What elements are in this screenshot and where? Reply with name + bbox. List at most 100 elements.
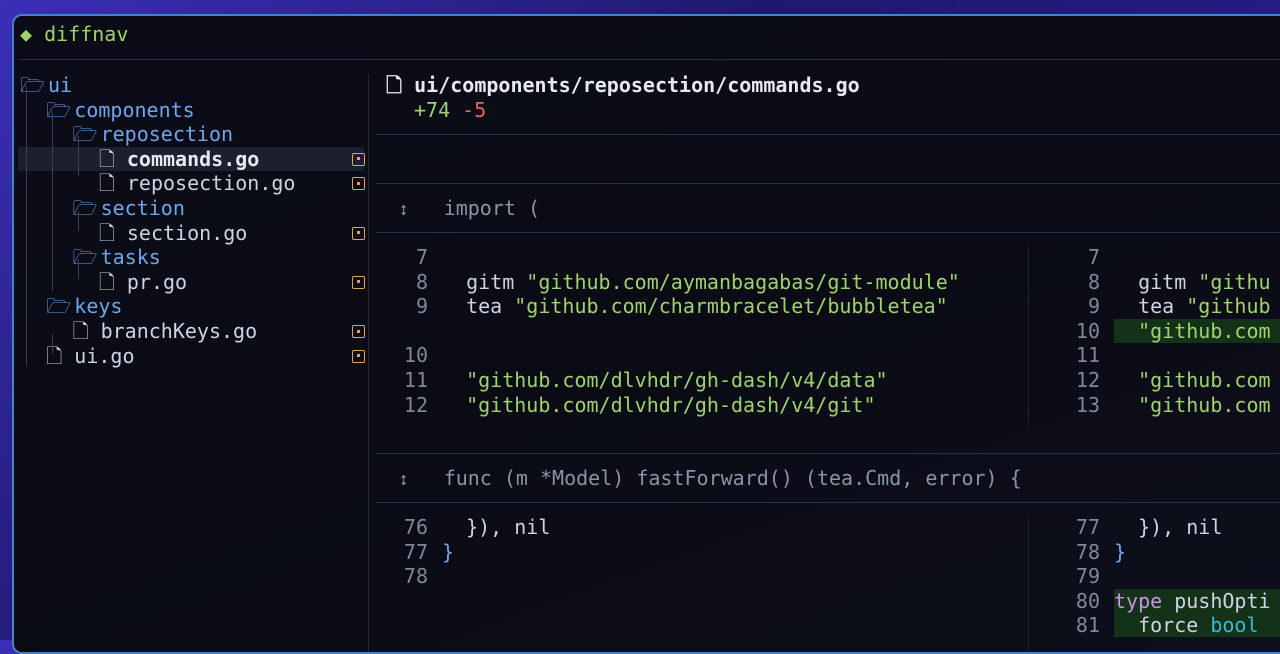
separator	[376, 134, 1280, 135]
modified-status-icon	[352, 152, 365, 166]
code-text: "github.com	[1138, 318, 1271, 343]
code-text: force bool	[1114, 613, 1259, 638]
code-line: "github.com	[1114, 318, 1280, 343]
split-divider	[1028, 246, 1029, 429]
line-number: 12	[1075, 368, 1100, 392]
line-number: 8	[415, 269, 428, 294]
line-number: 12	[403, 392, 428, 417]
panel-divider[interactable]	[368, 74, 369, 652]
tree-item-commands-go[interactable]: 🗋 commands.go	[18, 146, 365, 171]
tree-item-label: ui	[48, 73, 73, 97]
tree-item-ui[interactable]: 🗁 ui	[18, 73, 364, 97]
hunk-header-text: import (	[443, 196, 541, 220]
file-icon: 🗋	[98, 269, 115, 294]
code-line: }), nil	[442, 515, 550, 539]
file-icon: 🗋	[386, 73, 403, 97]
diff-file-header: 🗋 ui/components/reposection/commands.go	[386, 73, 860, 97]
tree-item-keys[interactable]: 🗁 keys	[18, 294, 364, 318]
code-line: "github.com/dlvhdr/gh-dash/v4/git"	[442, 392, 876, 417]
line-number: 11	[403, 368, 428, 392]
tree-item-label: components	[74, 97, 195, 122]
line-number: 10	[403, 343, 428, 368]
tree-guide-line	[78, 211, 79, 231]
line-number: 13	[1075, 392, 1100, 417]
file-icon: 🗋	[98, 171, 115, 196]
tree-guide-line	[52, 111, 53, 291]
line-number: 81	[1075, 613, 1100, 638]
line-number: 10	[1075, 318, 1100, 343]
code-line: }	[1114, 540, 1126, 564]
tree-item-reposection[interactable]: 🗁 reposection	[18, 122, 364, 146]
hunk-header[interactable]: ⭥ func (m *Model) fastForward() (tea.Cmd…	[400, 466, 1022, 493]
separator	[376, 183, 1280, 184]
expand-icon[interactable]: ⭥	[400, 473, 408, 489]
code-text: tea "github	[1114, 294, 1271, 319]
code-text: "github.com	[1138, 392, 1271, 417]
line-number: 80	[1075, 588, 1100, 613]
diffnav-window: ◆ diffnav 🗁 ui 🗁 components 🗁 reposection 🗋 com…	[12, 14, 1280, 654]
git-logo-icon: ◆	[20, 22, 33, 46]
modified-status-icon	[352, 349, 365, 363]
line-number: 79	[1075, 564, 1100, 589]
separator	[376, 232, 1280, 233]
tree-item-label: reposection	[100, 122, 234, 147]
code-text: "github.com	[1138, 368, 1271, 392]
tree-item-label: section.go	[126, 220, 248, 245]
code-line: type pushOpti	[1114, 588, 1280, 613]
tree-item-ui-go[interactable]: 🗋 ui.go	[18, 343, 365, 368]
modified-status-icon	[352, 325, 365, 338]
tree-guide-line	[26, 86, 27, 366]
folder-open-icon: 🗁	[46, 97, 72, 122]
line-number: 7	[415, 245, 428, 269]
code-line: "github.com	[1114, 392, 1271, 417]
code-line: tea "github.com/charmbracelet/bubbletea"	[442, 294, 948, 318]
code-text: }), nil	[1114, 515, 1223, 539]
code-text: "github.com/dlvhdr/gh-dash/v4/data"	[466, 368, 888, 392]
hunk-header-text: func (m *Model) fastForward() (tea.Cmd, …	[443, 466, 1022, 490]
code-text: "github.com/dlvhdr/gh-dash/v4/git"	[466, 392, 876, 417]
code-line: gitm "github.com/aymanbagabas/git-module…	[442, 270, 960, 294]
line-number: 77	[403, 539, 428, 564]
tree-item-label: ui.go	[74, 343, 135, 368]
tree-item-pr-go[interactable]: 🗋 pr.go	[18, 269, 365, 294]
code-text: }	[442, 539, 455, 564]
tree-item-reposection-go[interactable]: 🗋 reposection.go	[18, 171, 365, 196]
line-number: 7	[1087, 245, 1100, 269]
tree-item-label: commands.go	[126, 146, 260, 171]
tree-item-components[interactable]: 🗁 components	[18, 98, 364, 122]
tree-item-section[interactable]: 🗁 section	[18, 196, 364, 220]
tree-item-tasks[interactable]: 🗁 tasks	[18, 245, 364, 269]
line-number: 78	[1075, 539, 1100, 564]
file-icon: 🗋	[98, 220, 115, 245]
line-number: 9	[415, 294, 428, 319]
code-line: tea "github	[1114, 294, 1271, 319]
split-divider	[1028, 516, 1029, 649]
app-title-text: diffnav	[44, 22, 129, 46]
folder-open-icon: 🗁	[72, 196, 98, 220]
tree-item-label: keys	[74, 294, 123, 319]
file-icon: 🗋	[72, 319, 89, 343]
tree-item-label: pr.go	[126, 269, 188, 294]
line-number: 11	[1075, 343, 1100, 368]
code-line: "github.com/dlvhdr/gh-dash/v4/data"	[442, 368, 888, 392]
title-separator	[20, 59, 1280, 60]
tree-item-label: tasks	[100, 245, 161, 270]
tree-item-branchKeys-go[interactable]: 🗋 branchKeys.go	[18, 319, 365, 343]
file-icon: 🗋	[46, 343, 63, 368]
code-line: gitm "githu	[1114, 270, 1270, 294]
diff-stats: +74 -5	[414, 98, 486, 122]
separator	[376, 502, 1280, 503]
app-title: ◆ diffnav	[20, 22, 128, 46]
code-text: }), nil	[442, 515, 551, 539]
hunk-header[interactable]: ⭥ import (	[400, 196, 540, 223]
tree-item-section-go[interactable]: 🗋 section.go	[18, 220, 365, 245]
code-line: }), nil	[1114, 515, 1222, 539]
file-icon: 🗋	[98, 146, 115, 171]
code-line: force bool	[1114, 613, 1280, 638]
code-text: }	[1114, 539, 1127, 564]
line-number: 78	[403, 564, 428, 589]
code-line: "github.com	[1114, 368, 1271, 392]
tree-guide-line	[78, 136, 79, 176]
expand-icon[interactable]: ⭥	[400, 203, 408, 219]
tree-guide-line	[78, 259, 79, 279]
